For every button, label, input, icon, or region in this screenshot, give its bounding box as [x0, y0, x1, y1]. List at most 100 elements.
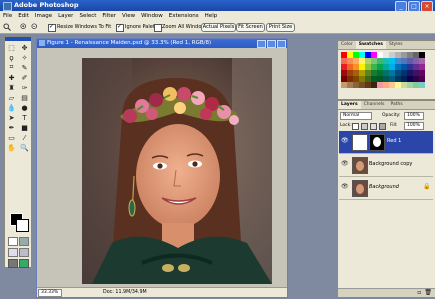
- zoom-tool-icon[interactable]: [3, 23, 11, 31]
- menu-help[interactable]: Help: [202, 11, 221, 21]
- blend-mode-select[interactable]: Normal: [340, 112, 372, 120]
- fill-field[interactable]: 100%: [404, 122, 424, 130]
- lasso-tool-icon[interactable]: ϙ: [6, 53, 17, 62]
- document-title: Figure 1 - Renaissance Maiden.psd @ 33.3…: [47, 40, 212, 46]
- menu-window[interactable]: Window: [138, 11, 166, 21]
- menu-file[interactable]: File: [0, 11, 15, 21]
- layer-thumbnail: [352, 134, 368, 151]
- layer-name: Background: [369, 184, 399, 190]
- move-tool-icon[interactable]: ✥: [19, 43, 30, 52]
- zoom-all-checkbox[interactable]: [154, 24, 162, 32]
- doc-close-button[interactable]: [277, 40, 286, 48]
- hand-tool-icon[interactable]: ✋: [6, 143, 17, 152]
- delete-layer-icon[interactable]: 🗑: [424, 289, 432, 297]
- menu-layer[interactable]: Layer: [55, 11, 76, 21]
- layer-mask-thumbnail[interactable]: [369, 134, 385, 151]
- print-size-button[interactable]: Print Size: [266, 23, 295, 32]
- menu-image[interactable]: Image: [32, 11, 55, 21]
- screen-mode-full-icon[interactable]: [19, 248, 29, 257]
- document-icon: [39, 40, 45, 46]
- tab-swatches[interactable]: Swatches: [355, 41, 386, 49]
- visibility-eye-icon[interactable]: 👁: [341, 183, 349, 190]
- crop-tool-icon[interactable]: ⌗: [6, 63, 17, 72]
- ignore-palettes-checkbox[interactable]: [116, 23, 124, 32]
- history-brush-tool-icon[interactable]: ✑: [19, 83, 30, 92]
- magic-wand-tool-icon[interactable]: ✧: [19, 53, 30, 62]
- tab-color[interactable]: Color: [338, 41, 356, 49]
- color-swatch[interactable]: [419, 82, 425, 88]
- opacity-field[interactable]: 100%: [404, 112, 424, 120]
- standard-mode-icon[interactable]: [8, 237, 18, 246]
- layer-thumbnail: [352, 157, 368, 174]
- zoom-level-field[interactable]: 33.33%: [38, 289, 62, 297]
- document-status-bar: 33.33% Doc: 11.9M/34.9M: [37, 287, 287, 297]
- visibility-eye-icon[interactable]: 👁: [341, 160, 349, 167]
- layers-palette: Layers Channels Paths Normal Opacity: 10…: [337, 100, 435, 298]
- background-color-swatch[interactable]: [16, 219, 29, 232]
- marquee-tool-icon[interactable]: ⬚: [6, 43, 17, 52]
- document-size-info[interactable]: Doc: 11.9M/34.9M: [103, 289, 147, 296]
- type-tool-icon[interactable]: T: [19, 113, 30, 122]
- canvas-area[interactable]: [37, 48, 287, 288]
- fill-label: Fill:: [390, 123, 398, 128]
- fit-screen-button[interactable]: Fit Screen: [236, 23, 265, 32]
- lock-pixels-icon[interactable]: [361, 123, 368, 130]
- layer-row-red-1[interactable]: 👁 Red 1: [339, 131, 433, 154]
- layer-thumbnail: [352, 180, 368, 197]
- blur-tool-icon[interactable]: 💧: [6, 103, 17, 112]
- portrait-photo[interactable]: [82, 58, 272, 284]
- screen-mode-standard-icon[interactable]: [8, 248, 18, 257]
- lock-position-icon[interactable]: [370, 123, 377, 130]
- pen-tool-icon[interactable]: ✒: [6, 123, 17, 132]
- clone-stamp-tool-icon[interactable]: ♜: [6, 83, 17, 92]
- doc-minimize-button[interactable]: [257, 40, 266, 48]
- zoom-tool-box-icon[interactable]: 🔍: [19, 143, 30, 152]
- layer-name: Background copy: [369, 161, 413, 167]
- new-layer-icon[interactable]: ▫: [417, 289, 421, 297]
- menu-view[interactable]: View: [119, 11, 138, 21]
- zoom-out-icon[interactable]: [31, 23, 39, 31]
- resize-windows-label: Resize Windows To Fit: [57, 24, 112, 30]
- layer-name: Red 1: [387, 138, 402, 144]
- lock-label: Lock:: [340, 123, 352, 128]
- zoom-in-icon[interactable]: [20, 23, 28, 31]
- tab-paths[interactable]: Paths: [387, 101, 405, 109]
- document-title-bar: Figure 1 - Renaissance Maiden.psd @ 33.3…: [37, 39, 287, 48]
- menu-extensions[interactable]: Extensions: [166, 11, 202, 21]
- dodge-tool-icon[interactable]: ●: [19, 103, 30, 112]
- notes-tool-icon[interactable]: ▭: [6, 133, 17, 142]
- menu-edit[interactable]: Edit: [15, 11, 32, 21]
- slice-tool-icon[interactable]: ✎: [19, 63, 30, 72]
- eyedropper-tool-icon[interactable]: ⁄: [19, 133, 30, 142]
- quick-mask-icon[interactable]: [19, 237, 29, 246]
- menu-select[interactable]: Select: [76, 11, 99, 21]
- layer-row-background-copy[interactable]: 👁 Background copy: [339, 154, 433, 177]
- tab-styles[interactable]: Styles: [386, 41, 406, 49]
- gradient-tool-icon[interactable]: ▤: [19, 93, 30, 102]
- lock-transparency-icon[interactable]: [352, 123, 359, 130]
- menu-filter[interactable]: Filter: [99, 11, 119, 21]
- eraser-tool-icon[interactable]: ▱: [6, 93, 17, 102]
- resize-windows-checkbox[interactable]: [48, 23, 56, 32]
- tab-layers[interactable]: Layers: [338, 101, 361, 109]
- lock-all-icon[interactable]: [379, 123, 386, 130]
- title-bar: Adobe Photoshop _ □ ×: [0, 0, 435, 12]
- jump-to-imageready-icon[interactable]: [19, 259, 29, 268]
- screen-mode-full-black-icon[interactable]: [8, 259, 18, 268]
- visibility-eye-icon[interactable]: 👁: [341, 137, 349, 144]
- shape-tool-icon[interactable]: ■: [19, 123, 30, 132]
- lock-icon: 🔒: [423, 183, 431, 190]
- swatch-grid: [338, 50, 435, 90]
- document-window: Figure 1 - Renaissance Maiden.psd @ 33.3…: [36, 38, 288, 298]
- photoshop-app-icon: [3, 2, 12, 11]
- brush-tool-icon[interactable]: ✐: [19, 73, 30, 82]
- healing-brush-tool-icon[interactable]: ✚: [6, 73, 17, 82]
- doc-maximize-button[interactable]: [267, 40, 276, 48]
- app-title: Adobe Photoshop: [14, 1, 79, 9]
- actual-pixels-button[interactable]: Actual Pixels: [201, 23, 236, 32]
- layer-row-background[interactable]: 👁 Background 🔒: [339, 177, 433, 200]
- opacity-label: Opacity:: [382, 113, 401, 118]
- toolbox: ⬚ ✥ ϙ ✧ ⌗ ✎ ✚ ✐ ♜ ✑ ▱ ▤ 💧 ● ➤ T ✒ ■ ▭ ⁄ …: [4, 36, 32, 268]
- tab-channels[interactable]: Channels: [361, 101, 388, 109]
- path-selection-tool-icon[interactable]: ➤: [6, 113, 17, 122]
